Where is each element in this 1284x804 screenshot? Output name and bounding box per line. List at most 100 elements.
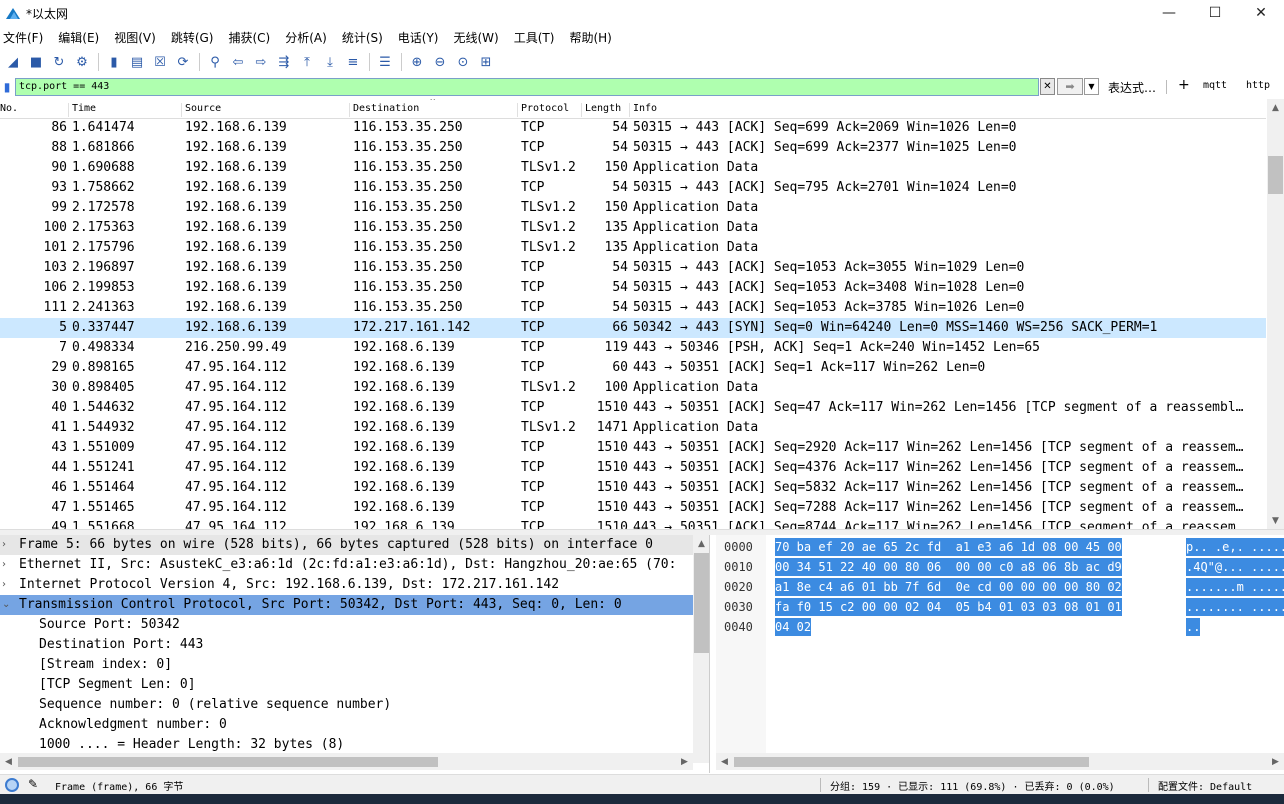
clear-filter-icon[interactable]: ✕: [1040, 78, 1055, 95]
packet-row[interactable]: 103 2.196897 192.168.6.139 116.153.35.250 TC…: [0, 258, 1266, 278]
reload-file-icon[interactable]: ⟳: [172, 51, 194, 73]
menu-wireless[interactable]: 无线(W): [451, 29, 507, 46]
resize-columns-icon[interactable]: ⊞: [475, 51, 497, 73]
scrollbar-thumb[interactable]: [18, 757, 438, 767]
expand-chevron-down-icon[interactable]: ⌄: [2, 595, 14, 615]
packet-row[interactable]: 100 2.175363 192.168.6.139 116.153.35.250 TL…: [0, 218, 1266, 238]
detail-layer[interactable]: › Ethernet II, Src: AsustekC_e3:a6:1d (2c…: [0, 555, 709, 575]
close-button[interactable]: ✕: [1238, 0, 1284, 26]
bytes-offset[interactable]: 0020: [724, 578, 753, 596]
bytes-ascii[interactable]: ..: [1186, 618, 1201, 636]
packet-row[interactable]: 101 2.175796 192.168.6.139 116.153.35.250 TL…: [0, 238, 1266, 258]
expression-button[interactable]: 表达式…: [1108, 79, 1156, 96]
minimize-button[interactable]: —: [1146, 0, 1192, 26]
bytes-hex[interactable]: 04 02: [775, 618, 812, 636]
detail-field[interactable]: Destination Port: 443: [0, 635, 709, 655]
column-header-destination[interactable]: Destination: [353, 103, 518, 117]
restart-capture-icon[interactable]: ↻: [48, 51, 70, 73]
scrollbar-thumb[interactable]: [734, 757, 1089, 767]
detail-field[interactable]: Sequence number: 0 (relative sequence nu…: [0, 695, 709, 715]
scroll-up-icon[interactable]: ▲: [693, 535, 709, 552]
save-file-icon[interactable]: ▤: [126, 51, 148, 73]
detail-field[interactable]: [Stream index: 0]: [0, 655, 709, 675]
packet-row[interactable]: 40 1.544632 47.95.164.112 192.168.6.139 TCP 1…: [0, 398, 1266, 418]
bytes-hex[interactable]: 00 34 51 22 40 00 80 06 00 00 c0 a8 06 8…: [775, 558, 1122, 576]
apply-filter-icon[interactable]: ➡: [1057, 78, 1083, 95]
detail-field[interactable]: [TCP Segment Len: 0]: [0, 675, 709, 695]
packet-list-scrollbar[interactable]: ▲ ▼: [1267, 99, 1284, 529]
packet-row[interactable]: 43 1.551009 47.95.164.112 192.168.6.139 TCP 1…: [0, 438, 1266, 458]
detail-field[interactable]: 1000 .... = Header Length: 32 bytes (8): [0, 735, 709, 755]
scrollbar-thumb[interactable]: [694, 553, 709, 653]
packet-row-selected[interactable]: 5 0.337447 192.168.6.139 172.217.161.142 TCP…: [0, 318, 1266, 338]
bytes-hex[interactable]: 70 ba ef 20 ae 65 2c fd a1 e3 a6 1d 08 0…: [775, 538, 1122, 556]
close-file-icon[interactable]: ☒: [149, 51, 171, 73]
bytes-offset[interactable]: 0040: [724, 618, 753, 636]
detail-field[interactable]: Source Port: 50342: [0, 615, 709, 635]
packet-row[interactable]: 46 1.551464 47.95.164.112 192.168.6.139 TCP 1…: [0, 478, 1266, 498]
add-filter-button[interactable]: +: [1178, 77, 1190, 93]
menu-view[interactable]: 视图(V): [111, 29, 164, 46]
filter-button-http[interactable]: http: [1246, 80, 1270, 91]
packet-row[interactable]: 7 0.498334 216.250.99.49 192.168.6.139 TCP 11…: [0, 338, 1266, 358]
detail-layer[interactable]: › Frame 5: 66 bytes on wire (528 bits), 6…: [0, 535, 709, 555]
stop-capture-icon[interactable]: ■: [25, 51, 47, 73]
scrollbar-thumb[interactable]: [1268, 156, 1283, 194]
bytes-ascii[interactable]: p.. .e,. ......E.: [1186, 538, 1284, 556]
packet-row[interactable]: 111 2.241363 192.168.6.139 116.153.35.250 TC…: [0, 298, 1266, 318]
go-forward-icon[interactable]: ⇨: [250, 51, 272, 73]
detail-layer[interactable]: ⌄ Transmission Control Protocol, Src Port…: [0, 595, 709, 615]
bytes-ascii[interactable]: .......m ........: [1186, 578, 1284, 596]
menu-help[interactable]: 帮助(H): [566, 29, 619, 46]
bookmark-icon[interactable]: ▮: [0, 78, 14, 96]
bytes-offset[interactable]: 0010: [724, 558, 753, 576]
scroll-up-icon[interactable]: ▲: [1267, 99, 1284, 116]
column-header-protocol[interactable]: Protocol: [521, 103, 582, 117]
find-packet-icon[interactable]: ⚲: [204, 51, 226, 73]
packet-row[interactable]: 47 1.551465 47.95.164.112 192.168.6.139 TCP 1…: [0, 498, 1266, 518]
bytes-hex[interactable]: a1 8e c4 a6 01 bb 7f 6d 0e cd 00 00 00 0…: [775, 578, 1122, 596]
status-profile[interactable]: 配置文件: Default: [1158, 778, 1252, 793]
scroll-down-icon[interactable]: ▼: [1267, 512, 1284, 529]
filter-history-chevron-down-icon[interactable]: ▼: [1084, 78, 1099, 95]
expert-info-icon[interactable]: [5, 778, 19, 792]
open-file-icon[interactable]: ▮: [103, 51, 125, 73]
go-to-packet-icon[interactable]: ⇶: [273, 51, 295, 73]
details-scrollbar[interactable]: ▲: [693, 535, 709, 763]
menu-go[interactable]: 跳转(G): [168, 29, 222, 46]
scroll-right-icon[interactable]: ▶: [676, 753, 693, 770]
bytes-offset[interactable]: 0000: [724, 538, 753, 556]
packet-row[interactable]: 41 1.544932 47.95.164.112 192.168.6.139 TLSv…: [0, 418, 1266, 438]
menu-statistics[interactable]: 统计(S): [339, 29, 391, 46]
bytes-offset[interactable]: 0030: [724, 598, 753, 616]
packet-row[interactable]: 44 1.551241 47.95.164.112 192.168.6.139 TCP 1…: [0, 458, 1266, 478]
packet-row[interactable]: 106 2.199853 192.168.6.139 116.153.35.250 TC…: [0, 278, 1266, 298]
go-first-icon[interactable]: ⤒: [296, 51, 318, 73]
bytes-ascii[interactable]: .4Q"@... ........: [1186, 558, 1284, 576]
zoom-normal-icon[interactable]: ⊙: [452, 51, 474, 73]
menu-telephony[interactable]: 电话(Y): [395, 29, 447, 46]
column-header-length[interactable]: Length: [585, 103, 630, 117]
display-filter-input[interactable]: tcp.port == 443: [15, 78, 1039, 96]
packet-row[interactable]: 93 1.758662 192.168.6.139 116.153.35.250 TCP…: [0, 178, 1266, 198]
zoom-in-icon[interactable]: ⊕: [406, 51, 428, 73]
packet-row[interactable]: 88 1.681866 192.168.6.139 116.153.35.250 TCP…: [0, 138, 1266, 158]
expand-chevron-right-icon[interactable]: ›: [2, 535, 14, 555]
menu-edit[interactable]: 编辑(E): [55, 29, 107, 46]
scroll-right-icon[interactable]: ▶: [1267, 753, 1284, 770]
filter-button-mqtt[interactable]: mqtt: [1203, 80, 1227, 91]
bytes-hex[interactable]: fa f0 15 c2 00 00 02 04 05 b4 01 03 03 0…: [775, 598, 1122, 616]
column-header-info[interactable]: Info: [633, 103, 833, 117]
packet-row[interactable]: 30 0.898405 47.95.164.112 192.168.6.139 TLSv…: [0, 378, 1266, 398]
scroll-left-icon[interactable]: ◀: [0, 753, 17, 770]
menu-tools[interactable]: 工具(T): [511, 29, 563, 46]
capture-options-icon[interactable]: ⚙: [71, 51, 93, 73]
bytes-ascii[interactable]: ........ ........: [1186, 598, 1284, 616]
packet-row[interactable]: 29 0.898165 47.95.164.112 192.168.6.139 TCP 6…: [0, 358, 1266, 378]
detail-layer[interactable]: › Internet Protocol Version 4, Src: 192.1…: [0, 575, 709, 595]
zoom-out-icon[interactable]: ⊖: [429, 51, 451, 73]
bytes-hscrollbar[interactable]: ◀ ▶: [716, 753, 1284, 770]
column-header-time[interactable]: Time: [72, 103, 182, 117]
menu-capture[interactable]: 捕获(C): [225, 29, 278, 46]
menu-analyze[interactable]: 分析(A): [282, 29, 335, 46]
